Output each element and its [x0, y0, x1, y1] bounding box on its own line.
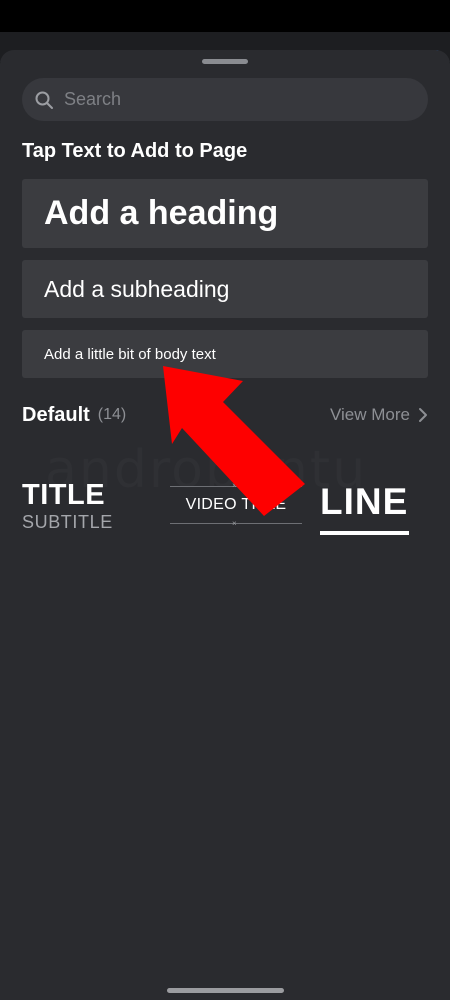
section-title: Tap Text to Add to Page — [22, 140, 248, 162]
status-bar — [0, 0, 450, 32]
search-bar[interactable] — [22, 78, 428, 121]
style-title-text: TITLE — [22, 479, 106, 511]
add-subheading-label: Add a subheading — [44, 275, 230, 302]
search-input[interactable] — [62, 88, 396, 111]
home-indicator — [167, 988, 284, 993]
style-line-text: LINE — [320, 481, 409, 522]
add-subheading-button[interactable]: Add a subheading — [22, 260, 428, 318]
x-mark-icon: × — [232, 519, 237, 528]
text-style-title-subtitle[interactable]: TITLE SUBTITLE — [22, 480, 132, 540]
add-heading-button[interactable]: Add a heading — [22, 179, 428, 248]
default-section-header: Default (14) View More — [22, 402, 428, 428]
text-style-line[interactable]: LINE — [320, 482, 410, 538]
view-more-link[interactable]: View More — [330, 405, 428, 425]
drag-handle[interactable] — [202, 59, 248, 64]
text-style-video-title[interactable]: × VIDEO TITLE × — [170, 482, 302, 530]
underline — [320, 531, 409, 535]
style-video-title-text: VIDEO TITLE — [185, 496, 287, 513]
style-subtitle-text: SUBTITLE — [22, 512, 113, 532]
add-heading-label: Add a heading — [44, 194, 279, 232]
x-mark-icon: × — [232, 481, 237, 490]
chevron-right-icon — [418, 407, 428, 423]
text-bottom-sheet: Tap Text to Add to Page Add a heading Ad… — [0, 50, 450, 1000]
add-body-text-label: Add a little bit of body text — [44, 345, 216, 363]
search-icon — [34, 90, 54, 110]
default-section-count: (14) — [97, 406, 127, 423]
view-more-label: View More — [330, 405, 410, 424]
add-body-text-button[interactable]: Add a little bit of body text — [22, 330, 428, 378]
default-section-title: Default — [22, 403, 90, 426]
